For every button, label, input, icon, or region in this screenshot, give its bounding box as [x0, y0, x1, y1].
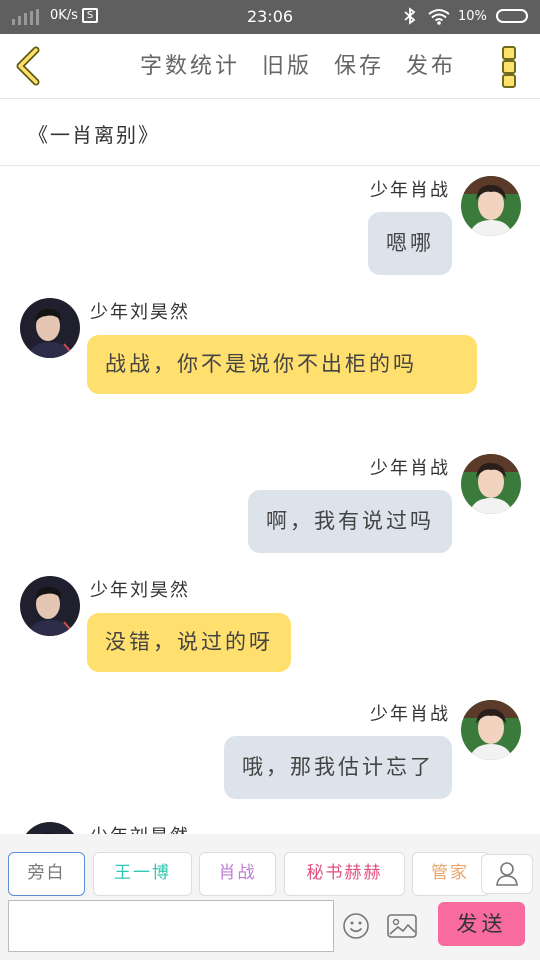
chat-bubble[interactable]: 战战，你不是说你不出柜的吗	[87, 335, 477, 394]
role-label: 管家	[431, 863, 469, 883]
emoji-icon[interactable]	[342, 912, 370, 940]
role-wangyibo[interactable]: 王一博	[93, 852, 192, 896]
send-button[interactable]: 发送	[438, 902, 525, 946]
more-vertical-icon[interactable]	[502, 46, 516, 88]
wifi-icon	[428, 8, 450, 29]
speaker-name: 少年刘昊然	[90, 580, 190, 601]
speaker-name: 少年刘昊然	[90, 822, 190, 834]
input-bar: 发送	[0, 896, 540, 960]
message-input[interactable]	[8, 900, 334, 952]
word-count-button[interactable]: 字数统计	[140, 48, 240, 80]
avatar-liuhaoran[interactable]	[20, 576, 80, 636]
avatar-xiaozhan[interactable]	[461, 176, 521, 236]
role-butler[interactable]: 管家	[412, 852, 490, 896]
publish-button[interactable]: 发布	[406, 48, 456, 80]
role-narrator[interactable]: 旁白	[8, 852, 85, 896]
chat-bubble[interactable]: 嗯哪	[368, 212, 452, 275]
avatar-xiaozhan[interactable]	[461, 454, 521, 514]
role-label: 王一博	[114, 863, 171, 883]
save-button[interactable]: 保存	[334, 48, 384, 80]
image-icon[interactable]	[386, 912, 418, 940]
speaker-name: 少年肖战	[370, 458, 450, 479]
role-secretary-hehe[interactable]: 秘书赫赫	[284, 852, 405, 896]
chat-bubble[interactable]: 啊，我有说过吗	[248, 490, 452, 553]
role-label: 肖战	[218, 863, 257, 883]
speaker-name: 少年刘昊然	[90, 302, 190, 323]
speaker-name: 少年肖战	[370, 704, 450, 725]
top-menu: 字数统计 旧版 保存 发布	[140, 48, 456, 80]
story-title-row[interactable]: 《一肖离别》	[0, 99, 540, 166]
bluetooth-icon	[404, 7, 416, 29]
battery-percent: 10%	[458, 9, 487, 24]
role-label: 秘书赫赫	[306, 863, 383, 883]
avatar-xiaozhan[interactable]	[461, 700, 521, 760]
avatar-liuhaoran[interactable]	[20, 298, 80, 358]
role-label: 旁白	[27, 863, 66, 883]
chat-area[interactable]: 少年肖战 嗯哪 少年刘昊然 战战，你不是说你不出柜的吗 少年肖战 啊，我有说过吗…	[0, 166, 540, 834]
user-icon[interactable]	[481, 854, 533, 894]
status-bar: 0K/s S 23:06 10%	[0, 0, 540, 34]
back-arrow-icon[interactable]	[12, 46, 48, 86]
top-bar: 字数统计 旧版 保存 发布	[0, 34, 540, 99]
old-version-button[interactable]: 旧版	[262, 48, 312, 80]
chat-bubble[interactable]: 哦，那我估计忘了	[224, 736, 452, 799]
role-selector: 旁白 王一博 肖战 秘书赫赫 管家	[0, 834, 540, 896]
chat-bubble[interactable]: 没错，说过的呀	[87, 613, 291, 672]
role-xiaozhan[interactable]: 肖战	[199, 852, 276, 896]
battery-icon	[496, 9, 528, 23]
speaker-name: 少年肖战	[370, 180, 450, 201]
story-title: 《一肖离别》	[28, 123, 160, 147]
avatar-liuhaoran[interactable]	[20, 822, 80, 834]
